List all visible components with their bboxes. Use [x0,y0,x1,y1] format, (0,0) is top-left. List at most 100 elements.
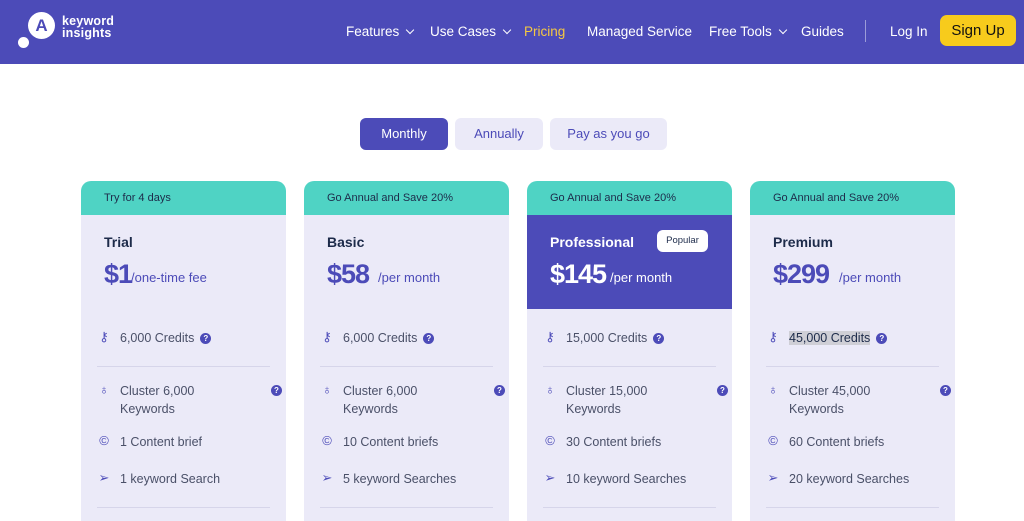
content-brief-icon: © [99,433,109,448]
plan-features: ⚷ 45,000 Credits? ♁ Cluster 45,000 Keywor… [750,309,955,521]
content-brief-icon: © [322,433,332,448]
plan-features: ⚷ 6,000 Credits? ♁ Cluster 6,000 Keywords… [81,309,286,521]
feature-divider [543,366,716,367]
feature-keyword-search-text: 20 keyword Searches [789,472,910,486]
plan-card-professional: Go Annual and Save 20% Professional Popu… [527,181,732,521]
help-icon[interactable]: ? [653,333,665,344]
chevron-down-icon [778,25,788,35]
feature-divider [766,507,939,508]
feature-cluster: ♁ Cluster 45,000 Keywords ? [766,382,951,420]
send-icon: ➢ [544,470,556,485]
feature-divider [97,366,270,367]
chevron-down-icon [502,25,512,35]
plan-banner: Try for 4 days [81,181,286,215]
logo-dot-icon [18,37,29,48]
login-link[interactable]: Log In [890,22,928,42]
feature-credits-text: 6,000 Credits [120,331,195,345]
plan-price: $58 [327,259,370,289]
feature-cluster-text: Cluster 15,000 [566,384,648,398]
key-icon: ⚷ [768,329,778,344]
feature-credits-text: 6,000 Credits [343,331,418,345]
feature-content-brief-text: 10 Content briefs [343,435,439,449]
nav-managed-service[interactable]: Managed Service [587,22,692,42]
plan-banner: Go Annual and Save 20% [750,181,955,215]
plan-header: Basic $58 /per month [304,215,509,309]
signup-button[interactable]: Sign Up [940,15,1016,46]
plan-banner: Go Annual and Save 20% [304,181,509,215]
lightbulb-icon: ♁ [545,382,555,397]
logo-mark-icon: A [28,12,55,39]
lightbulb-icon: ♁ [99,382,109,397]
plan-banner: Go Annual and Save 20% [527,181,732,215]
nav-divider [865,20,866,42]
help-icon[interactable]: ? [717,385,728,396]
logo-wordmark: keyword insights [62,15,114,40]
help-icon[interactable]: ? [423,333,435,344]
tab-monthly[interactable]: Monthly [360,118,448,150]
nav-pricing[interactable]: Pricing [524,22,565,42]
plan-card-trial: Try for 4 days Trial $1 /one-time fee ⚷ … [81,181,286,521]
help-icon[interactable]: ? [200,333,212,344]
feature-content-brief-text: 60 Content briefs [789,435,885,449]
plan-period: /per month [610,270,673,285]
nav-guides[interactable]: Guides [801,22,844,42]
feature-divider [97,507,270,508]
top-navigation: A keyword insights Features Use Cases Pr… [0,0,1024,64]
plan-name: Basic [327,234,365,250]
nav-features-label: Features [346,24,400,39]
feature-keyword-search-text: 10 keyword Searches [566,472,687,486]
feature-cluster-text-2: Keywords [789,402,844,416]
help-icon[interactable]: ? [876,333,888,344]
key-icon: ⚷ [545,329,555,344]
nav-use-cases[interactable]: Use Cases [430,22,512,42]
keyword-insights-logo[interactable]: A keyword insights [18,12,138,52]
lightbulb-icon: ♁ [322,382,332,397]
plan-price: $145 [550,259,607,289]
plan-features: ⚷ 15,000 Credits? ♁ Cluster 15,000 Keywor… [527,309,732,521]
tab-pay-as-you-go[interactable]: Pay as you go [550,118,667,150]
plan-header: Trial $1 /one-time fee [81,215,286,309]
nav-free-tools[interactable]: Free Tools [709,22,788,42]
plan-period: /per month [839,270,902,285]
feature-divider [320,507,493,508]
feature-content-brief-text: 30 Content briefs [566,435,662,449]
lightbulb-icon: ♁ [768,382,778,397]
chevron-down-icon [406,25,415,35]
send-icon: ➢ [321,470,333,485]
feature-cluster: ♁ Cluster 15,000 Keywords ? [543,382,728,420]
plan-name: Professional [550,234,635,250]
feature-credits-text: 15,000 Credits [566,331,648,345]
feature-cluster-text-2: Keywords [120,402,175,416]
tab-annually[interactable]: Annually [455,118,543,150]
help-icon[interactable]: ? [494,385,505,396]
plan-price: $1 [104,259,133,289]
feature-divider [320,366,493,367]
help-icon[interactable]: ? [271,385,282,396]
plan-header: Professional Popular $145 /per month [527,215,732,309]
feature-credits-text-selected: 45,000 Credits [789,331,871,345]
feature-cluster: ♁ Cluster 6,000 Keywords ? [97,382,282,420]
send-icon: ➢ [767,470,779,485]
feature-cluster: ♁ Cluster 6,000 Keywords ? [320,382,505,420]
nav-use-cases-label: Use Cases [430,24,497,39]
feature-divider [766,366,939,367]
plan-price: $299 [773,259,830,289]
feature-cluster-text: Cluster 6,000 [120,384,195,398]
plan-name: Premium [773,234,833,250]
plan-features: ⚷ 6,000 Credits? ♁ Cluster 6,000 Keywords… [304,309,509,521]
nav-features[interactable]: Features [346,22,415,42]
logo-word-2: insights [62,26,112,40]
key-icon: ⚷ [99,329,109,344]
help-icon[interactable]: ? [940,385,951,396]
content-brief-icon: © [545,433,555,448]
feature-divider [543,507,716,508]
plan-card-basic: Go Annual and Save 20% Basic $58 /per mo… [304,181,509,521]
feature-cluster-text: Cluster 6,000 [343,384,418,398]
feature-keyword-search-text: 1 keyword Search [120,472,221,486]
feature-keyword-search-text: 5 keyword Searches [343,472,457,486]
feature-cluster-text-2: Keywords [566,402,621,416]
feature-content-brief-text: 1 Content brief [120,435,202,449]
plan-name: Trial [104,234,133,250]
send-icon: ➢ [98,470,110,485]
nav-free-tools-label: Free Tools [709,24,772,39]
